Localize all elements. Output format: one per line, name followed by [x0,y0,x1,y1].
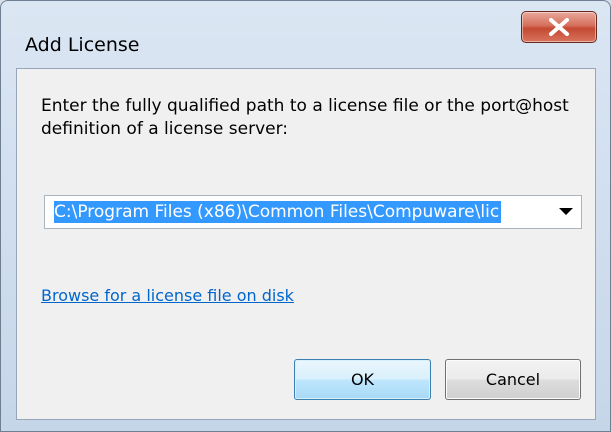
dialog-title: Add License [25,34,140,56]
close-button[interactable] [521,11,597,43]
license-path-value: C:\Program Files (x86)\Common Files\Comp… [54,201,502,223]
ok-button[interactable]: OK [294,359,431,400]
browse-license-file-link[interactable]: Browse for a license file on disk [41,286,294,305]
dialog-body: Enter the fully qualified path to a lice… [16,68,596,420]
license-path-input-area[interactable]: C:\Program Files (x86)\Common Files\Comp… [54,201,545,223]
close-icon [549,18,569,36]
add-license-dialog: Add License Enter the fully qualified pa… [0,0,611,432]
chevron-down-icon[interactable] [559,208,573,215]
license-path-combobox[interactable]: C:\Program Files (x86)\Common Files\Comp… [44,195,582,229]
title-bar[interactable]: Add License [1,1,610,69]
prompt-text: Enter the fully qualified path to a lice… [41,96,569,139]
cancel-button[interactable]: Cancel [445,359,581,400]
